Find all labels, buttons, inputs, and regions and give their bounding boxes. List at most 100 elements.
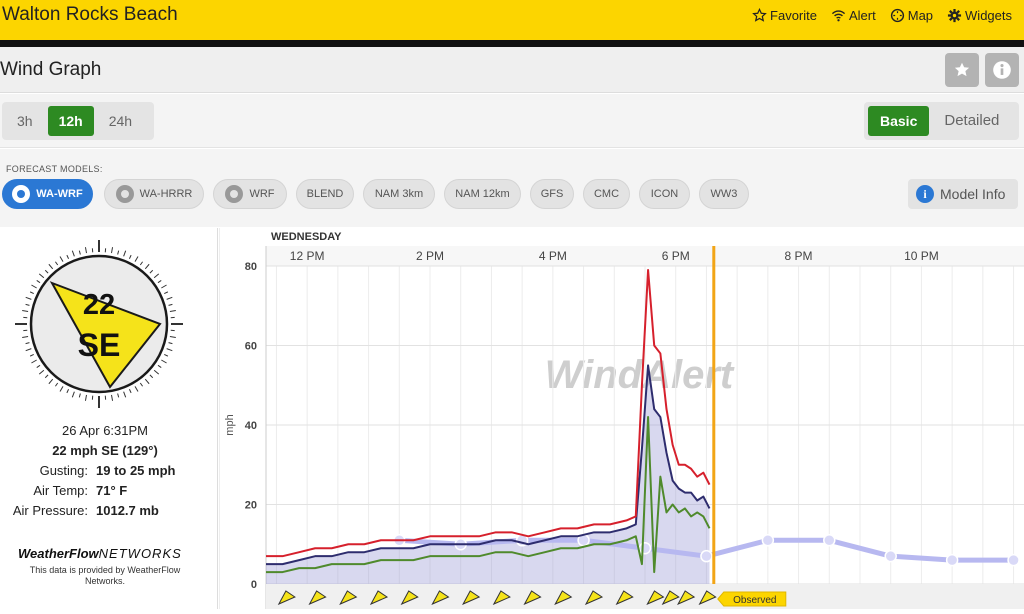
compass-tick <box>129 389 131 393</box>
view-basic[interactable]: Basic <box>868 106 929 136</box>
model-nam-12km[interactable]: NAM 12km <box>444 179 521 209</box>
model-wrf[interactable]: WRF <box>213 179 287 209</box>
compass-tick <box>26 304 30 305</box>
compass-tick <box>67 255 69 259</box>
graph-controls: 3h 12h 24h Basic Detailed <box>0 94 1024 148</box>
x-tick-label: 4 PM <box>539 249 567 263</box>
compass-tick <box>150 375 153 378</box>
page-title: Wind Graph <box>0 59 101 81</box>
time-range-3h[interactable]: 3h <box>6 106 44 136</box>
compass-tick <box>112 395 113 401</box>
air-temp-value: 71° F <box>96 483 127 503</box>
model-nam-3km[interactable]: NAM 3km <box>363 179 435 209</box>
model-label: NAM 12km <box>455 188 509 200</box>
model-cmc[interactable]: CMC <box>583 179 630 209</box>
compass-tick <box>26 349 32 351</box>
air-pressure-value: 1012.7 mb <box>96 503 159 523</box>
compass-tick <box>39 274 44 278</box>
current-conditions-panel: 22 SE 26 Apr 6:31PM 22 mph SE (129°) Gus… <box>0 228 218 609</box>
observation-time: 26 Apr 6:31PM <box>0 423 210 443</box>
forecast-point[interactable] <box>824 535 835 546</box>
model-icon[interactable]: ICON <box>639 179 690 209</box>
provider-line-2: Networks. <box>0 576 210 587</box>
view-detailed[interactable]: Detailed <box>933 106 1010 136</box>
compass-map-icon <box>890 8 905 23</box>
info-icon: i <box>916 185 934 203</box>
model-wa-wrf[interactable]: WA-WRF <box>2 179 93 209</box>
model-label: NAM 3km <box>375 188 423 200</box>
y-tick-label: 40 <box>245 420 257 432</box>
gear-widgets-icon <box>947 8 962 23</box>
compass-tick <box>26 297 32 299</box>
alert-link[interactable]: Alert <box>831 8 876 23</box>
forecast-point[interactable] <box>762 535 773 546</box>
compass-tick <box>164 354 168 356</box>
y-tick-label: 20 <box>245 500 257 512</box>
model-label: BLEND <box>307 188 344 200</box>
compass-tick <box>31 285 36 288</box>
compass-speed: 22 <box>83 289 115 321</box>
forecast-point[interactable] <box>885 551 896 562</box>
compass-tick <box>158 280 161 282</box>
compass-tick <box>154 370 159 374</box>
model-label: GFS <box>541 188 564 200</box>
y-tick-label: 60 <box>245 341 257 353</box>
model-label: WA-HRRR <box>140 188 193 200</box>
forecast-point[interactable] <box>640 543 651 554</box>
time-range-12h[interactable]: 12h <box>48 106 94 136</box>
compass-tick <box>45 375 48 378</box>
compass-tick <box>79 251 80 255</box>
compass-tick <box>169 304 173 305</box>
air-temp-label: Air Temp: <box>0 483 96 503</box>
compass-direction: SE <box>78 327 121 363</box>
compass-tick <box>45 270 48 273</box>
favorite-star-button[interactable] <box>945 53 979 87</box>
day-label: WEDNESDAY <box>271 231 342 243</box>
compass-tick <box>26 343 30 344</box>
model-info-button[interactable]: i Model Info <box>908 179 1018 209</box>
compass-tick <box>167 297 173 299</box>
info-icon <box>991 59 1013 81</box>
time-range-24h[interactable]: 24h <box>98 106 143 136</box>
compass-tick <box>118 251 119 255</box>
brand-main: WeatherFlow <box>18 546 99 561</box>
forecast-point[interactable] <box>1008 555 1019 566</box>
forecast-point[interactable] <box>947 555 958 566</box>
model-wa-hrrr[interactable]: WA-HRRR <box>104 179 204 209</box>
data-provider-note: This data is provided by WeatherFlow Net… <box>0 565 210 587</box>
favorite-link[interactable]: Favorite <box>752 8 817 23</box>
wind-summary: 22 mph SE (129°) <box>0 443 210 463</box>
compass-tick <box>129 255 131 259</box>
time-range-selector: 3h 12h 24h <box>2 102 154 140</box>
compass-tick <box>72 392 74 398</box>
compass-tick <box>135 386 138 391</box>
weatherflow-logo: WeatherFlowNETWORKS <box>18 546 182 561</box>
compass-tick <box>170 337 176 338</box>
compass-tick <box>22 310 28 311</box>
compass-tick <box>60 256 63 261</box>
location-title: Walton Rocks Beach <box>2 4 178 26</box>
compass-tick <box>145 264 149 269</box>
compass-tick <box>135 256 138 261</box>
gear-icon <box>116 185 134 203</box>
model-gfs[interactable]: GFS <box>530 179 574 209</box>
model-ww3[interactable]: WW3 <box>699 179 749 209</box>
model-blend[interactable]: BLEND <box>296 179 354 209</box>
star-outline-icon <box>752 8 767 23</box>
brand-sub: NETWORKS <box>99 546 182 561</box>
info-button[interactable] <box>985 53 1019 87</box>
map-link[interactable]: Map <box>890 8 933 23</box>
compass-tick <box>150 270 153 273</box>
favorite-label: Favorite <box>770 8 817 23</box>
compass-tick <box>145 379 149 384</box>
compass-tick <box>112 247 113 253</box>
widgets-label: Widgets <box>965 8 1012 23</box>
compass-tick <box>55 383 57 386</box>
compass-tick <box>161 360 166 363</box>
gear-icon <box>12 185 30 203</box>
view-mode-selector: Basic Detailed <box>864 102 1019 140</box>
widgets-link[interactable]: Widgets <box>947 8 1012 23</box>
compass-tick <box>140 262 142 265</box>
forecast-point[interactable] <box>701 551 712 562</box>
compass-tick <box>154 274 159 278</box>
